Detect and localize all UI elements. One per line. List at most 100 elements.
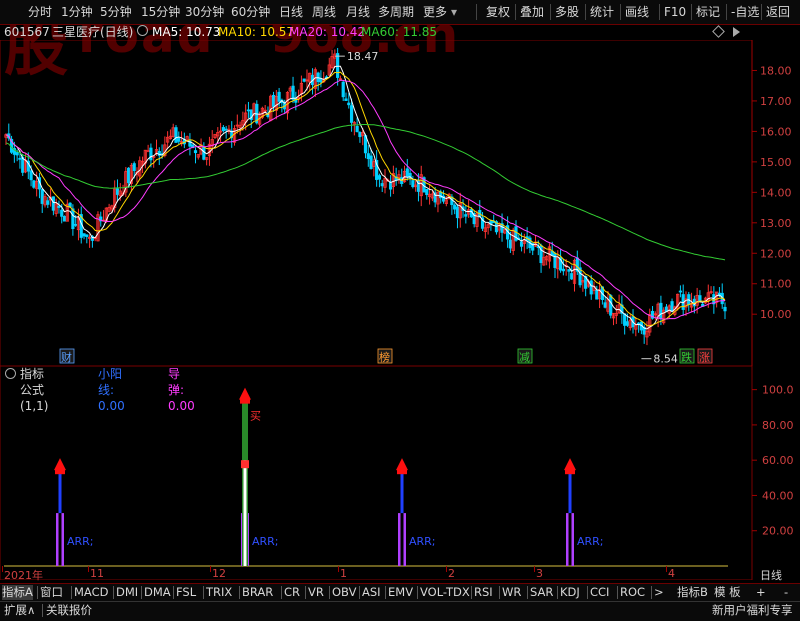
toolbar-button-标记[interactable]: 标记 [696,3,720,21]
candle [213,133,217,140]
toolbar-item-30分钟[interactable]: 30分钟 [185,3,224,21]
toolbar-button-返回[interactable]: 返回 [766,3,790,21]
divider [620,4,621,20]
toolbar-button--自选[interactable]: -自选 [731,3,759,21]
toolbar-item-多周期[interactable]: 多周期 [378,3,414,21]
tab-MACD[interactable]: MACD [74,585,108,600]
candle [453,203,457,215]
tab-EMV[interactable]: EMV [388,585,413,600]
param-value: 0.00 [168,399,195,413]
candle [634,316,638,337]
divider [726,4,727,20]
divider [203,586,204,599]
event-tag[interactable]: 跌 [679,348,695,364]
tab-right-0[interactable]: 指标B [677,585,708,600]
tab-BRAR[interactable]: BRAR [242,585,273,600]
candle [637,321,641,333]
tab-指标A[interactable]: 指标A [2,585,33,600]
candle [366,145,370,167]
chevron-down-icon[interactable] [5,368,16,379]
toolbar-item-更多[interactable]: 更多 [423,3,447,21]
stock-info-bar: 601567 三星医疗 (日线) MA5: 10.73 MA10: 10.57 MA… [0,24,752,40]
tab-OBV[interactable]: OBV [332,585,356,600]
tab-CR[interactable]: CR [284,585,300,600]
play-icon[interactable] [733,27,740,37]
divider [113,586,114,599]
toolbar-item-日线[interactable]: 日线 [279,3,303,21]
candle [458,192,462,228]
tab-SAR[interactable]: SAR [530,585,553,600]
candle [567,269,571,282]
tab-窗口[interactable]: 窗口 [40,585,63,600]
event-tag[interactable]: 减 [517,348,533,364]
candle [51,196,55,216]
candle [40,188,44,213]
svg-text:涨: 涨 [699,351,710,364]
candle [698,290,702,302]
toolbar-button-复权[interactable]: 复权 [486,3,510,21]
toolbar-item-60分钟[interactable]: 60分钟 [231,3,270,21]
toolbar-item-周线[interactable]: 周线 [312,3,336,21]
candle [383,169,387,194]
tab-DMA[interactable]: DMA [144,585,171,600]
toolbar-item-分时[interactable]: 分时 [28,3,52,21]
candle [547,243,552,269]
candle [193,147,198,164]
time-tick [446,566,447,572]
tab-right-1[interactable]: 模 板 [714,585,741,600]
tab-FSL[interactable]: FSL [176,585,196,600]
divider [239,586,240,599]
candle [397,170,401,184]
tab-WR[interactable]: WR [502,585,521,600]
toolbar-button-统计[interactable]: 统计 [590,3,614,21]
tab-ROC[interactable]: ROC [620,585,645,600]
tab-CCI[interactable]: CCI [590,585,609,600]
signal-label: ARR; [577,535,604,548]
tab-DMI[interactable]: DMI [116,585,138,600]
candle [96,211,100,242]
divider [37,586,38,599]
event-tag[interactable]: 涨 [697,348,713,364]
toolbar-button-画线[interactable]: 画线 [625,3,649,21]
tab-VR[interactable]: VR [308,585,324,600]
candle [135,167,139,183]
tab-right-3[interactable]: - [784,585,788,600]
diamond-icon[interactable] [712,25,725,38]
candle [269,94,273,122]
tab-TRIX[interactable]: TRIX [206,585,232,600]
toolbar-item-5分钟[interactable]: 5分钟 [100,3,132,21]
toolbar-button-叠加[interactable]: 叠加 [520,3,544,21]
toolbar-item-1分钟[interactable]: 1分钟 [61,3,93,21]
tab-right-2[interactable]: + [756,585,766,600]
price-tick-label: 15.00 [760,156,792,169]
related-quote-button[interactable]: 关联报价 [46,603,92,618]
candle [37,172,42,199]
promo-link[interactable]: 新用户福利专享 [712,603,793,618]
tab-ASI[interactable]: ASI [362,585,381,600]
event-tag[interactable]: 财 [59,348,75,364]
stock-code: 601567 [4,25,50,39]
candle [595,285,599,300]
kline-chart[interactable]: 18.00 17.00 16.00 15.00 14.00 13.00 12.00 11.00… [0,40,800,366]
divider [305,586,306,599]
indicator-tab-bar: 指标A 窗口 MACD DMI DMA FSL TRIX BRAR CR VR OBV ASI EMV V… [0,583,800,601]
tab-VOL-TDX[interactable]: VOL-TDX [420,585,470,600]
tab-KDJ[interactable]: KDJ [560,585,580,600]
toolbar-item-月线[interactable]: 月线 [346,3,370,21]
toolbar-item-15分钟[interactable]: 15分钟 [141,3,180,21]
tab-RSI[interactable]: RSI [474,585,493,600]
ma-label-1: MA10: 10.57 [218,25,295,39]
event-tag[interactable]: 榜 [377,348,393,364]
toolbar-button-F10[interactable]: F10 [664,3,686,21]
toolbar-button-多股[interactable]: 多股 [555,3,579,21]
candle [302,78,306,83]
candle [99,211,103,227]
tabs-more-button[interactable]: > [654,585,664,600]
divider [617,586,618,599]
divider [651,586,652,599]
chevron-down-icon[interactable]: ▾ [451,3,457,21]
expand-button[interactable]: 扩展∧ [4,603,35,618]
candle [687,291,691,312]
candle [43,193,47,208]
chevron-down-icon[interactable] [137,25,148,36]
